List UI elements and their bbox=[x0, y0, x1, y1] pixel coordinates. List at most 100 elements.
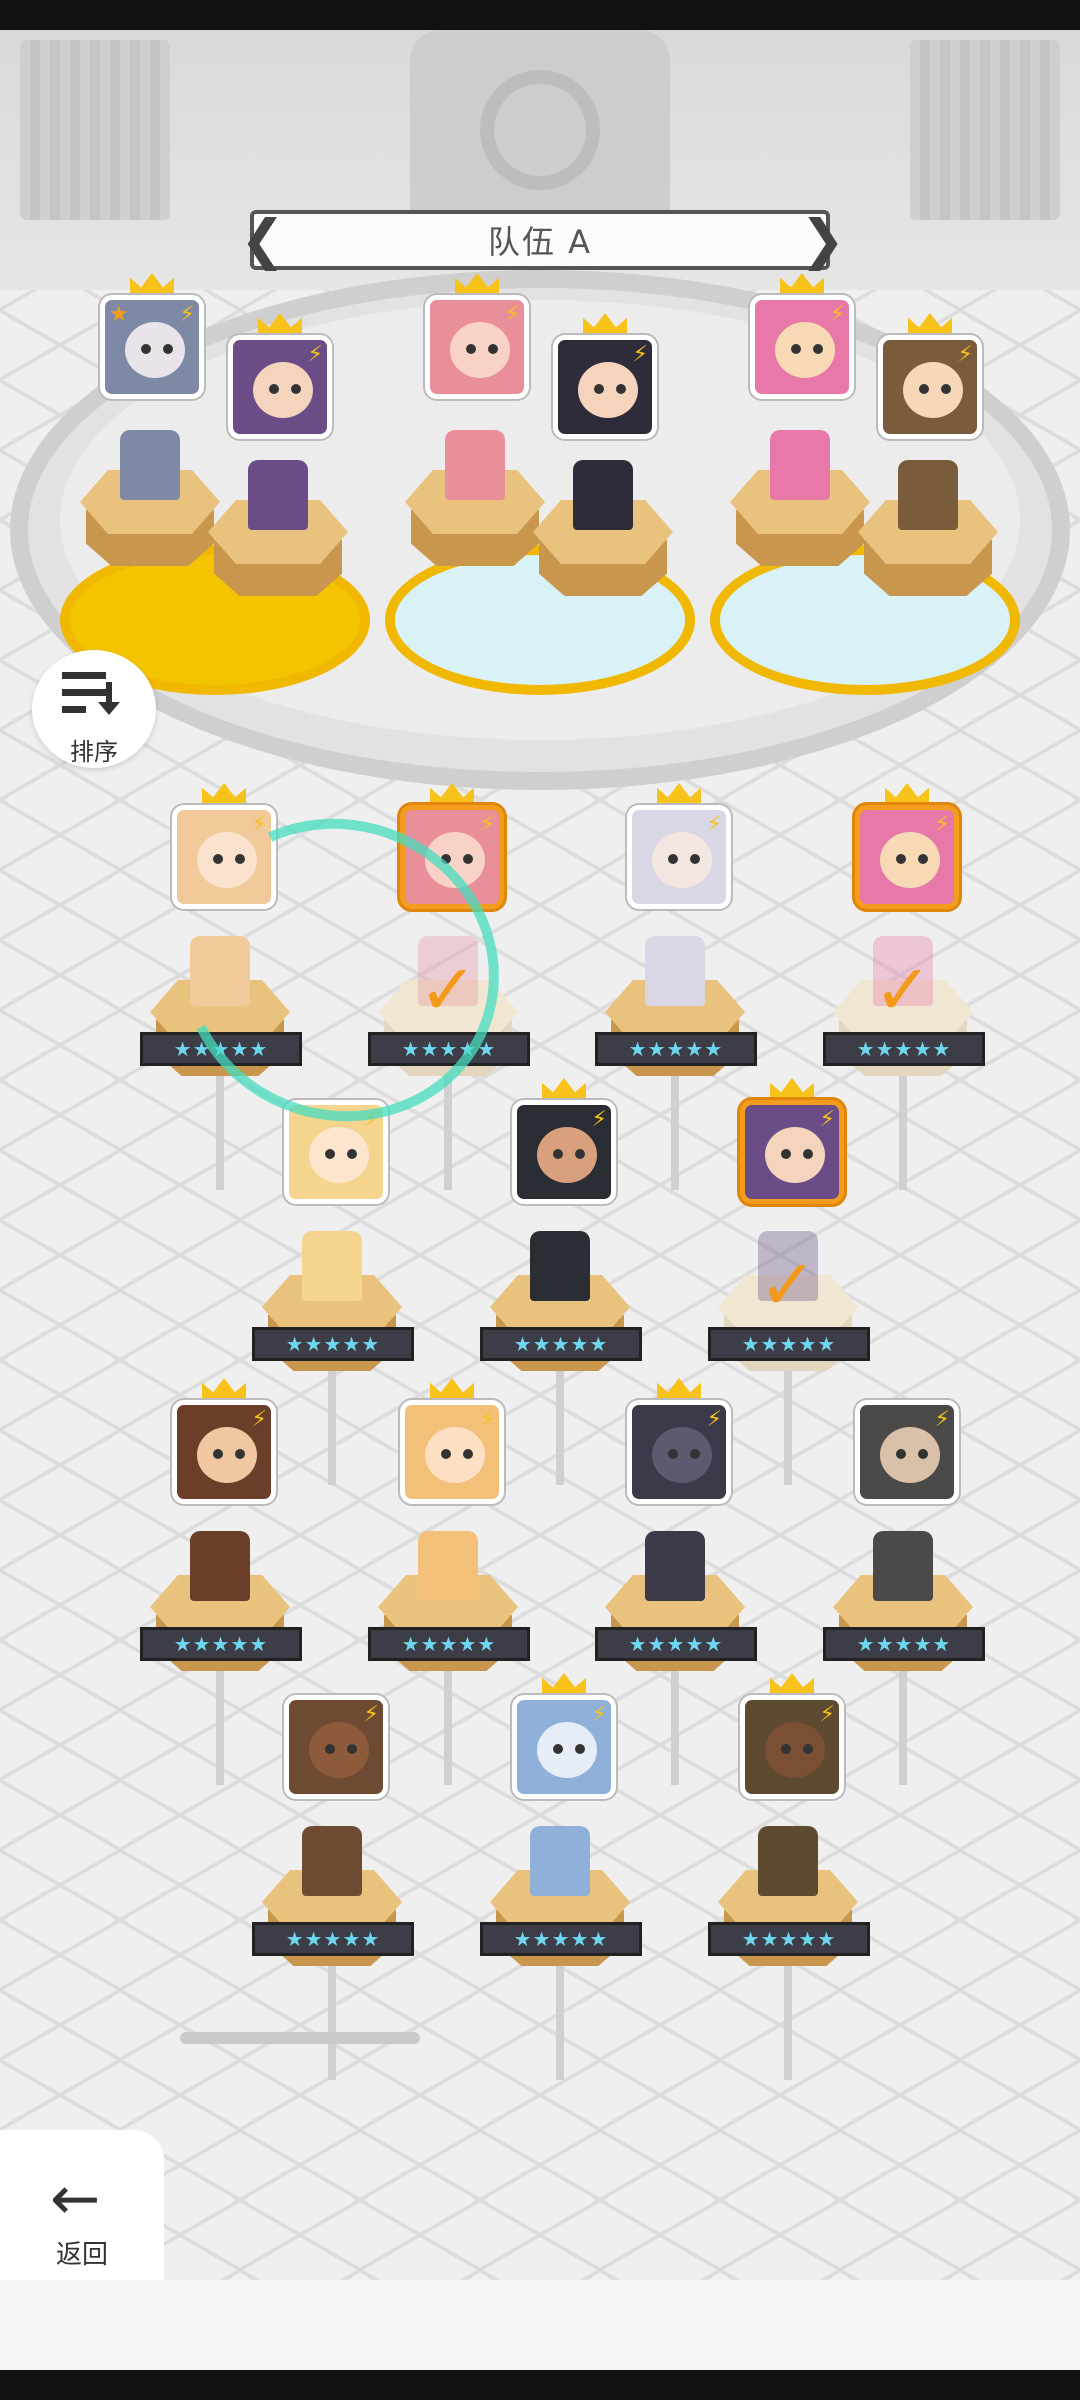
character-sprite bbox=[758, 1826, 818, 1896]
portrait-face bbox=[425, 1427, 485, 1483]
character-portrait[interactable]: ⚡ bbox=[172, 1400, 276, 1504]
portrait-eye bbox=[668, 854, 678, 864]
character-portrait[interactable]: ⚡ bbox=[228, 335, 332, 439]
lightning-icon: ⚡ bbox=[934, 1407, 950, 1432]
arena-gate bbox=[410, 30, 670, 240]
portrait-face bbox=[880, 1427, 940, 1483]
lightning-icon: ⚡ bbox=[819, 1702, 835, 1727]
portrait-eye bbox=[690, 1449, 700, 1459]
next-team-arrow[interactable]: ❯ bbox=[800, 208, 845, 272]
character-portrait[interactable]: ⚡ bbox=[284, 1695, 388, 1799]
bottom-edge bbox=[0, 2370, 1080, 2400]
character-sprite bbox=[418, 1531, 478, 1601]
pedestal-pole bbox=[216, 1070, 224, 1190]
portrait-eye bbox=[463, 1449, 473, 1459]
character-sprite bbox=[190, 1531, 250, 1601]
portrait-face bbox=[903, 362, 963, 418]
status-bar bbox=[0, 0, 1080, 30]
portrait-face bbox=[652, 1427, 712, 1483]
character-portrait[interactable]: ⚡ bbox=[512, 1100, 616, 1204]
character-portrait[interactable]: ⚡ bbox=[855, 1400, 959, 1504]
portrait-eye bbox=[781, 1149, 791, 1159]
team-character-sprite bbox=[573, 460, 633, 530]
portrait-eye bbox=[325, 1149, 335, 1159]
portrait-eye bbox=[919, 384, 929, 394]
star-rating: ★★★★★ bbox=[368, 1627, 530, 1661]
character-sprite bbox=[645, 1531, 705, 1601]
portrait-eye bbox=[918, 1449, 928, 1459]
portrait-face bbox=[197, 1427, 257, 1483]
portrait-eye bbox=[594, 384, 604, 394]
pedestal-pole bbox=[556, 1365, 564, 1485]
arena-pillar-left bbox=[20, 40, 170, 220]
checkmark-icon: ✓ bbox=[758, 1244, 818, 1326]
pedestal-pole bbox=[784, 1960, 792, 2080]
team-title-bar[interactable]: 队伍 A bbox=[250, 210, 830, 270]
lightning-icon: ⚡ bbox=[829, 302, 845, 327]
portrait-eye bbox=[441, 1449, 451, 1459]
star-rating: ★★★★★ bbox=[708, 1922, 870, 1956]
pedestal-pole bbox=[556, 1960, 564, 2080]
portrait-eye bbox=[347, 1149, 357, 1159]
portrait-eye bbox=[213, 1449, 223, 1459]
star-rating: ★★★★★ bbox=[252, 1922, 414, 1956]
character-portrait[interactable]: ⚡ bbox=[740, 1100, 844, 1204]
back-button[interactable]: ← 返回 bbox=[0, 2130, 164, 2300]
lightning-icon: ⚡ bbox=[934, 812, 950, 837]
character-portrait[interactable]: ⚡ bbox=[425, 295, 529, 399]
portrait-eye bbox=[616, 384, 626, 394]
portrait-eye bbox=[668, 1449, 678, 1459]
portrait-face bbox=[537, 1127, 597, 1183]
portrait-eye bbox=[803, 1744, 813, 1754]
star-rating: ★★★★★ bbox=[252, 1327, 414, 1361]
sort-button[interactable]: 排序 bbox=[32, 650, 156, 768]
pedestal-pole bbox=[784, 1365, 792, 1485]
team-character-sprite bbox=[248, 460, 308, 530]
portrait-face bbox=[765, 1127, 825, 1183]
character-portrait[interactable]: ⚡ bbox=[400, 1400, 504, 1504]
character-portrait[interactable]: ⚡ ★ bbox=[100, 295, 204, 399]
portrait-eye bbox=[553, 1149, 563, 1159]
star-rating: ★★★★★ bbox=[823, 1032, 985, 1066]
portrait-face bbox=[578, 362, 638, 418]
star-rating: ★★★★★ bbox=[823, 1627, 985, 1661]
portrait-face bbox=[652, 832, 712, 888]
team-character-sprite bbox=[898, 460, 958, 530]
star-rating: ★★★★★ bbox=[480, 1327, 642, 1361]
gate-emblem bbox=[480, 70, 600, 190]
portrait-eye bbox=[791, 344, 801, 354]
lightning-icon: ⚡ bbox=[251, 1407, 267, 1432]
character-portrait[interactable]: ⚡ bbox=[878, 335, 982, 439]
pedestal-pole bbox=[899, 1070, 907, 1190]
team-character-sprite bbox=[120, 430, 180, 500]
pedestal-pole bbox=[328, 1960, 336, 2080]
star-rating: ★★★★★ bbox=[480, 1922, 642, 1956]
lightning-icon: ⚡ bbox=[307, 342, 323, 367]
star-rating: ★★★★★ bbox=[595, 1627, 757, 1661]
character-portrait[interactable]: ⚡ bbox=[750, 295, 854, 399]
character-portrait[interactable]: ⚡ bbox=[553, 335, 657, 439]
character-portrait[interactable]: ⚡ bbox=[855, 805, 959, 909]
checkmark-icon: ✓ bbox=[873, 949, 933, 1031]
portrait-eye bbox=[466, 344, 476, 354]
portrait-eye bbox=[781, 1744, 791, 1754]
portrait-eye bbox=[813, 344, 823, 354]
character-portrait[interactable]: ⚡ bbox=[740, 1695, 844, 1799]
lightning-icon: ⚡ bbox=[504, 302, 520, 327]
character-portrait[interactable]: ⚡ bbox=[512, 1695, 616, 1799]
pedestal-pole bbox=[444, 1070, 452, 1190]
pedestal-pole bbox=[328, 1365, 336, 1485]
portrait-face bbox=[880, 832, 940, 888]
portrait-face bbox=[765, 1722, 825, 1778]
character-portrait[interactable]: ⚡ bbox=[627, 805, 731, 909]
lightning-icon: ⚡ bbox=[179, 302, 195, 327]
pedestal-pole bbox=[216, 1665, 224, 1785]
portrait-eye bbox=[896, 854, 906, 864]
portrait-face bbox=[309, 1722, 369, 1778]
back-arrow-icon: ← bbox=[50, 2164, 101, 2234]
scroll-indicator bbox=[180, 2032, 420, 2044]
lightning-icon: ⚡ bbox=[591, 1702, 607, 1727]
lightning-icon: ⚡ bbox=[706, 812, 722, 837]
prev-team-arrow[interactable]: ❮ bbox=[240, 208, 285, 272]
character-portrait[interactable]: ⚡ bbox=[627, 1400, 731, 1504]
